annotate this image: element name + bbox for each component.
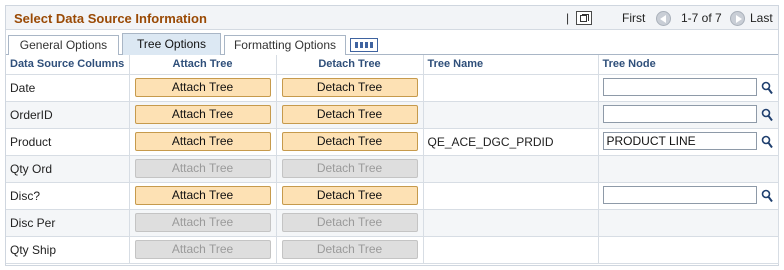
detach-cell: Detach Tree xyxy=(276,209,424,237)
detach-tree-button[interactable]: Detach Tree xyxy=(281,132,418,151)
attach-cell: Attach Tree xyxy=(129,236,277,264)
detach-tree-button: Detach Tree xyxy=(281,213,418,232)
tree-node-field-group xyxy=(602,105,773,124)
table-row: Qty Ship Attach Tree Detach Tree xyxy=(6,236,779,264)
attach-cell: Attach Tree xyxy=(129,128,277,156)
table-row: Qty Ord Attach Tree Detach Tree xyxy=(6,155,779,183)
tree-node-input[interactable] xyxy=(602,105,757,123)
lookup-icon[interactable] xyxy=(761,108,773,122)
attach-tree-button[interactable]: Attach Tree xyxy=(134,186,271,205)
tree-node-field-group xyxy=(602,78,773,97)
tree-name-cell: QE_ACE_DGC_PRDID xyxy=(423,128,599,156)
grid-body: Date Attach Tree Detach Tree OrderID Attach … xyxy=(6,74,779,264)
tab-bar: General Options Tree Options Formatting … xyxy=(6,30,778,55)
column-header-tree-node: Tree Node xyxy=(598,55,779,75)
tree-node-cell xyxy=(598,74,779,102)
page-title: Select Data Source Information xyxy=(14,11,207,26)
detach-cell: Detach Tree xyxy=(276,155,424,183)
last-link[interactable]: Last xyxy=(750,11,773,25)
range-label: 1-7 of 7 xyxy=(681,11,722,25)
detach-cell: Detach Tree xyxy=(276,74,424,102)
attach-tree-button[interactable]: Attach Tree xyxy=(134,105,271,124)
attach-cell: Attach Tree xyxy=(129,74,277,102)
data-source-column-name: Product xyxy=(6,128,130,156)
attach-cell: Attach Tree xyxy=(129,155,277,183)
tree-node-cell xyxy=(598,209,779,237)
data-source-column-name: Date xyxy=(6,74,130,102)
grid-view-icon[interactable] xyxy=(350,38,378,52)
attach-cell: Attach Tree xyxy=(129,209,277,237)
tree-node-cell xyxy=(598,155,779,183)
detach-tree-button: Detach Tree xyxy=(281,240,418,259)
tree-name-cell xyxy=(423,236,599,264)
tree-node-cell xyxy=(598,182,779,210)
data-source-column-name: Qty Ord xyxy=(6,155,130,183)
zoom-icon[interactable] xyxy=(576,11,592,25)
tab-tree-options[interactable]: Tree Options xyxy=(122,33,221,55)
tree-name-cell xyxy=(423,209,599,237)
column-header-data-source: Data Source Columns xyxy=(6,55,130,75)
tab-formatting-options[interactable]: Formatting Options xyxy=(224,35,346,55)
detach-tree-button[interactable]: Detach Tree xyxy=(281,78,418,97)
table-row: Disc Per Attach Tree Detach Tree xyxy=(6,209,779,237)
column-header-detach-tree: Detach Tree xyxy=(276,55,424,75)
tree-name-cell xyxy=(423,182,599,210)
column-header-attach-tree: Attach Tree xyxy=(129,55,277,75)
tree-node-field-group xyxy=(602,186,773,205)
detach-cell: Detach Tree xyxy=(276,128,424,156)
data-source-column-name: OrderID xyxy=(6,101,130,129)
column-header-tree-name: Tree Name xyxy=(423,55,599,75)
tree-node-input[interactable]: PRODUCT LINE xyxy=(602,132,757,150)
detach-cell: Detach Tree xyxy=(276,236,424,264)
detach-tree-button[interactable]: Detach Tree xyxy=(281,186,418,205)
detach-tree-button: Detach Tree xyxy=(281,159,418,178)
attach-cell: Attach Tree xyxy=(129,101,277,129)
table-row: Date Attach Tree Detach Tree xyxy=(6,74,779,102)
tree-node-input[interactable] xyxy=(602,186,757,204)
previous-icon[interactable] xyxy=(656,11,671,26)
data-source-column-name: Qty Ship xyxy=(6,236,130,264)
data-source-column-name: Disc Per xyxy=(6,209,130,237)
next-icon[interactable] xyxy=(730,11,745,26)
table-row: OrderID Attach Tree Detach Tree xyxy=(6,101,779,129)
tree-node-cell: PRODUCT LINE xyxy=(598,128,779,156)
detach-cell: Detach Tree xyxy=(276,182,424,210)
attach-tree-button[interactable]: Attach Tree xyxy=(134,78,271,97)
attach-tree-button: Attach Tree xyxy=(134,159,271,178)
attach-tree-button[interactable]: Attach Tree xyxy=(134,132,271,151)
detach-cell: Detach Tree xyxy=(276,101,424,129)
tree-node-cell xyxy=(598,101,779,129)
detach-tree-button[interactable]: Detach Tree xyxy=(281,105,418,124)
first-link[interactable]: First xyxy=(622,11,645,25)
tree-node-cell xyxy=(598,236,779,264)
tree-name-cell xyxy=(423,74,599,102)
attach-tree-button: Attach Tree xyxy=(134,213,271,232)
lookup-icon[interactable] xyxy=(761,135,773,149)
data-source-column-name: Disc? xyxy=(6,182,130,210)
attach-cell: Attach Tree xyxy=(129,182,277,210)
tree-node-field-group: PRODUCT LINE xyxy=(602,132,773,151)
panel-header: Select Data Source Information | First 1… xyxy=(6,6,778,30)
tab-general-options[interactable]: General Options xyxy=(8,35,119,55)
lookup-icon[interactable] xyxy=(761,81,773,95)
tree-node-input[interactable] xyxy=(602,78,757,96)
tree-name-cell xyxy=(423,155,599,183)
tree-options-grid: Data Source Columns Attach Tree Detach T… xyxy=(6,55,779,264)
attach-tree-button: Attach Tree xyxy=(134,240,271,259)
lookup-icon[interactable] xyxy=(761,189,773,203)
table-row: Disc? Attach Tree Detach Tree xyxy=(6,182,779,210)
table-row: Product Attach Tree Detach Tree QE_ACE_DGC_… xyxy=(6,128,779,156)
tree-name-cell xyxy=(423,101,599,129)
nav-separator: | xyxy=(566,11,570,25)
data-source-panel: Select Data Source Information | First 1… xyxy=(5,5,779,266)
